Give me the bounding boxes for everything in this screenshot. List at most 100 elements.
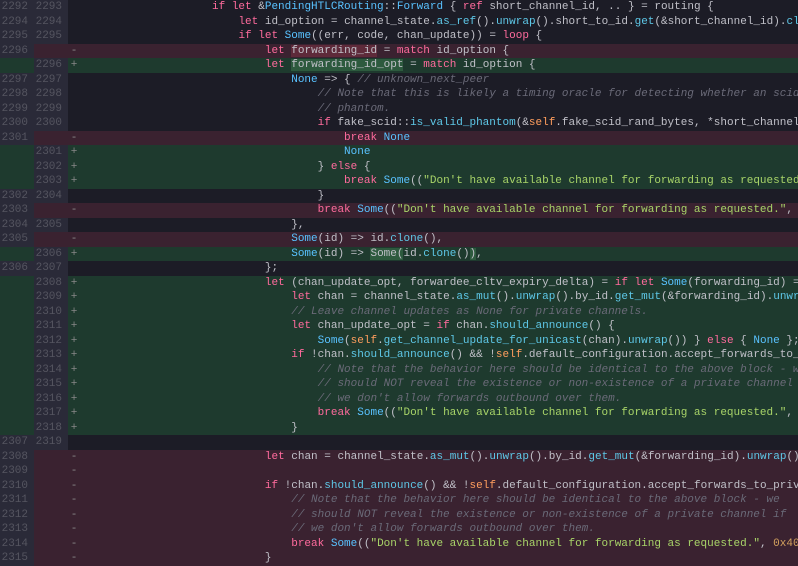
diff-line[interactable]: 22972297 None => { // unknown_next_peer [0,73,798,88]
line-number-new: 2301 [34,145,68,160]
line-number-new [34,232,68,247]
line-number-new: 2303 [34,174,68,189]
diff-sign: + [68,58,80,73]
line-number-new [34,551,68,566]
diff-line[interactable]: 2302+ } else { [0,160,798,175]
line-number-new [34,464,68,479]
line-number-old [0,290,34,305]
diff-sign [68,87,80,102]
diff-line[interactable]: 2309+ let chan = channel_state.as_mut().… [0,290,798,305]
line-number-new: 2296 [34,58,68,73]
code-content: None [80,145,798,160]
line-number-old: 2297 [0,73,34,88]
diff-sign: + [68,377,80,392]
diff-sign: - [68,464,80,479]
line-number-old: 2299 [0,102,34,117]
diff-line[interactable]: 2308+ let (chan_update_opt, forwardee_cl… [0,276,798,291]
diff-sign: + [68,247,80,262]
diff-line[interactable]: 2305- Some(id) => id.clone(), [0,232,798,247]
diff-line[interactable]: 2315- } [0,551,798,566]
diff-sign: + [68,305,80,320]
diff-sign: + [68,334,80,349]
code-content: } [80,421,798,436]
line-number-old: 2300 [0,116,34,131]
diff-line[interactable]: 22992299 // phantom. [0,102,798,117]
diff-sign: - [68,232,80,247]
diff-line[interactable]: 2313+ if !chan.should_announce() && !sel… [0,348,798,363]
diff-line[interactable]: 2316+ // we don't allow forwards outboun… [0,392,798,407]
diff-line[interactable]: 23042305 }, [0,218,798,233]
diff-sign: + [68,160,80,175]
code-content: // we don't allow forwards outbound over… [80,522,798,537]
diff-line[interactable]: 2310- if !chan.should_announce() && !sel… [0,479,798,494]
code-content: break Some(("Don't have available channe… [80,537,798,552]
code-content: // should NOT reveal the existence or no… [80,508,798,523]
diff-line[interactable]: 22982298 // Note that this is likely a t… [0,87,798,102]
code-content: Some(id) => Some(id.clone()), [80,247,798,262]
diff-line[interactable]: 2312- // should NOT reveal the existence… [0,508,798,523]
diff-line[interactable]: 23062307 }; [0,261,798,276]
diff-line[interactable]: 2311+ let chan_update_opt = if chan.shou… [0,319,798,334]
diff-line[interactable]: 2310+ // Leave channel updates as None f… [0,305,798,320]
diff-line[interactable]: 2311- // Note that the behavior here sho… [0,493,798,508]
diff-line[interactable]: 2317+ break Some(("Don't have available … [0,406,798,421]
diff-line[interactable]: 22922293 if let &PendingHTLCRouting::For… [0,0,798,15]
diff-line[interactable]: 23072319 [0,435,798,450]
code-content: break Some(("Don't have available channe… [80,174,798,189]
diff-line[interactable]: 2314+ // Note that the behavior here sho… [0,363,798,378]
diff-sign: + [68,392,80,407]
diff-sign [68,0,80,15]
code-content: // we don't allow forwards outbound over… [80,392,798,407]
diff-sign [68,29,80,44]
line-number-old: 2308 [0,450,34,465]
line-number-old: 2315 [0,551,34,566]
diff-line[interactable]: 2314- break Some(("Don't have available … [0,537,798,552]
line-number-new: 2313 [34,348,68,363]
diff-line[interactable]: 23002300 if fake_scid::is_valid_phantom(… [0,116,798,131]
diff-line[interactable]: 2296+ let forwarding_id_opt = match id_o… [0,58,798,73]
code-content: Some(self.get_channel_update_for_unicast… [80,334,798,349]
diff-sign [68,218,80,233]
code-content: }; [80,261,798,276]
line-number-new [34,479,68,494]
diff-line[interactable]: 22942294 let id_option = channel_state.a… [0,15,798,30]
diff-sign [68,189,80,204]
diff-sign: + [68,363,80,378]
diff-sign [68,73,80,88]
line-number-old [0,406,34,421]
code-content: } else { [80,160,798,175]
diff-line[interactable]: 2315+ // should NOT reveal the existence… [0,377,798,392]
code-content: // Note that this is likely a timing ora… [80,87,798,102]
diff-sign: + [68,290,80,305]
line-number-new [34,508,68,523]
diff-line[interactable]: 2301- break None [0,131,798,146]
diff-line[interactable]: 23022304 } [0,189,798,204]
line-number-new [34,44,68,59]
diff-line[interactable]: 2303+ break Some(("Don't have available … [0,174,798,189]
line-number-new: 2295 [34,29,68,44]
line-number-old [0,421,34,436]
code-content: let (chan_update_opt, forwardee_cltv_exp… [80,276,798,291]
diff-line[interactable]: 2312+ Some(self.get_channel_update_for_u… [0,334,798,349]
line-number-new: 2306 [34,247,68,262]
line-number-new: 2305 [34,218,68,233]
line-number-old: 2312 [0,508,34,523]
diff-sign [68,102,80,117]
diff-line[interactable]: 2309- [0,464,798,479]
line-number-old: 2294 [0,15,34,30]
diff-line[interactable]: 2301+ None [0,145,798,160]
diff-line[interactable]: 2306+ Some(id) => Some(id.clone()), [0,247,798,262]
diff-line[interactable]: 2303- break Some(("Don't have available … [0,203,798,218]
diff-line[interactable]: 2308- let chan = channel_state.as_mut().… [0,450,798,465]
diff-line[interactable]: 2296- let forwarding_id = match id_optio… [0,44,798,59]
diff-sign: - [68,537,80,552]
code-content [80,464,798,479]
line-number-new: 2297 [34,73,68,88]
diff-line[interactable]: 2318+ } [0,421,798,436]
diff-line[interactable]: 22952295 if let Some((err, code, chan_up… [0,29,798,44]
diff-line[interactable]: 2313- // we don't allow forwards outboun… [0,522,798,537]
line-number-old: 2311 [0,493,34,508]
line-number-new: 2314 [34,363,68,378]
code-content: // Note that the behavior here should be… [80,363,798,378]
line-number-new: 2298 [34,87,68,102]
